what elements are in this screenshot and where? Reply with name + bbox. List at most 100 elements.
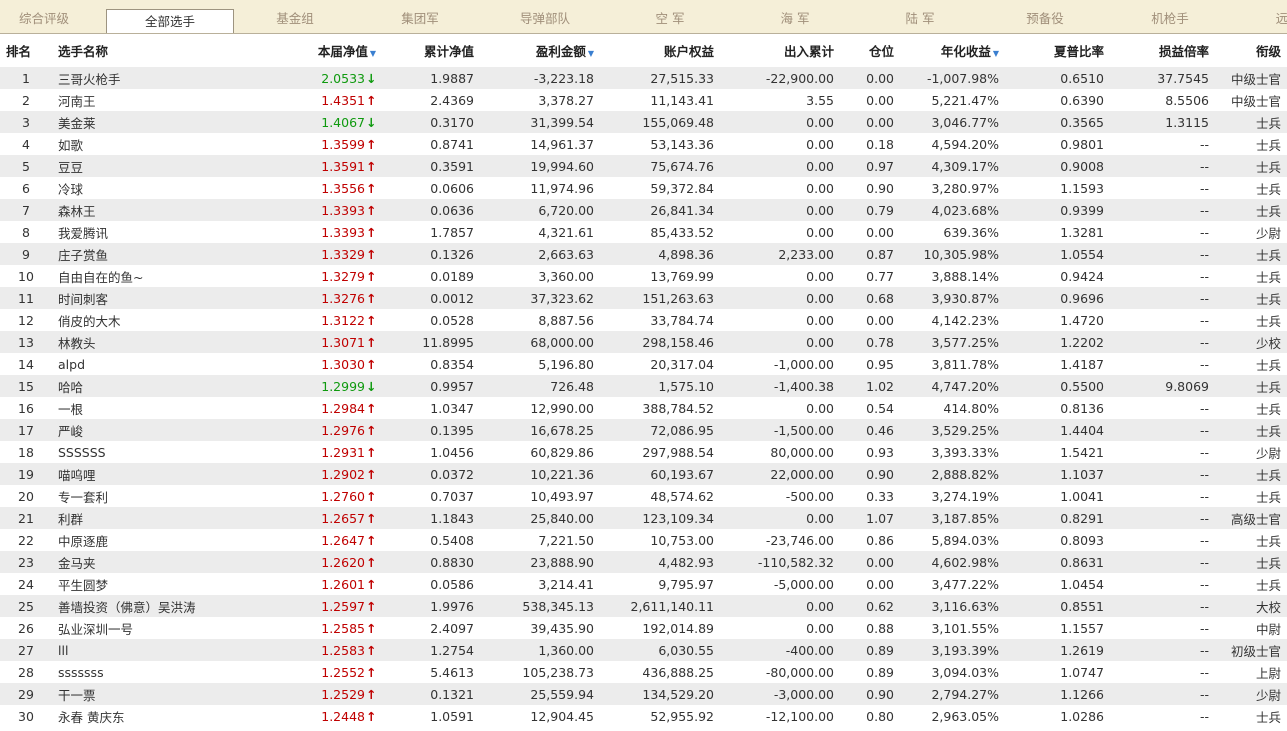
tab-0[interactable]: 综合评级 [4, 0, 84, 33]
name-cell[interactable]: 豆豆 [52, 155, 210, 177]
table-row[interactable]: 26 弘业深圳一号 1.2585↑ 2.4097 39,435.90 192,014.89… [0, 617, 1287, 639]
name-cell[interactable]: 森林王 [52, 199, 210, 221]
table-row[interactable]: 5 豆豆 1.3591↑ 0.3591 19,994.60 75,674.76 0.00 0.… [0, 155, 1287, 177]
name-cell[interactable]: 俏皮的大木 [52, 309, 210, 331]
table-row[interactable]: 18 SSSSSS 1.2931↑ 1.0456 60,829.86 297,988.54… [0, 441, 1287, 463]
tab-5[interactable]: 空 军 [630, 0, 710, 33]
cum-nav-cell: 0.5408 [430, 532, 474, 548]
table-row[interactable]: 21 利群 1.2657↑ 1.1843 25,840.00 123,109.34 0.00… [0, 507, 1287, 529]
tab-6[interactable]: 海 军 [755, 0, 835, 33]
annual-cell: 10,305.98% [900, 243, 1005, 265]
nav-cell: 1.3393↑ [210, 221, 382, 243]
name-cell[interactable]: 专一套利 [52, 485, 210, 507]
name-cell[interactable]: 严峻 [52, 419, 210, 441]
sharpe-cell: 1.0286 [1060, 708, 1104, 724]
name-cell[interactable]: 干一票 [52, 683, 210, 705]
table-row[interactable]: 22 中原逐鹿 1.2647↑ 0.5408 7,221.50 10,753.00 -23,… [0, 529, 1287, 551]
table-row[interactable]: 29 干一票 1.2529↑ 0.1321 25,559.94 134,529.20 -3,… [0, 683, 1287, 705]
name-cell[interactable]: 喵呜哩 [52, 463, 210, 485]
table-row[interactable]: 11 时间刺客 1.3276↑ 0.0012 37,323.62 151,263.63 0.… [0, 287, 1287, 309]
col-header-annual[interactable]: 年化收益 ▼ [900, 34, 1005, 67]
tab-10[interactable]: 远 [1242, 0, 1287, 33]
name-cell[interactable]: 冷球 [52, 177, 210, 199]
table-row[interactable]: 6 冷球 1.3556↑ 0.0606 11,974.96 59,372.84 0.00 0.… [0, 177, 1287, 199]
table-row[interactable]: 20 专一套利 1.2760↑ 0.7037 10,493.97 48,574.62 -50… [0, 485, 1287, 507]
name-cell[interactable]: 林教头 [52, 331, 210, 353]
table-row[interactable]: 15 哈哈 1.2999↓ 0.9957 726.48 1,575.10 -1,400.38… [0, 375, 1287, 397]
table-row[interactable]: 12 俏皮的大木 1.3122↑ 0.0528 8,887.56 33,784.74 0.0… [0, 309, 1287, 331]
name-cell[interactable]: lll [52, 639, 210, 661]
tab-8[interactable]: 预备役 [1005, 0, 1085, 33]
arrow-up-icon: ↑ [366, 158, 377, 174]
name-cell[interactable]: 三哥火枪手 [52, 67, 210, 89]
col-header-rank[interactable]: 排名 [0, 34, 52, 67]
table-row[interactable]: 14 alpd 1.3030↑ 0.8354 5,196.80 20,317.04 -1,0… [0, 353, 1287, 375]
table-row[interactable]: 25 善墙投资（佛意）吴洪涛 1.2597↑ 1.9976 538,345.13 2,61… [0, 595, 1287, 617]
col-header-pl-ratio[interactable]: 损益倍率 [1110, 34, 1215, 67]
cum-nav-cell: 0.3591 [382, 155, 480, 177]
table-row[interactable]: 19 喵呜哩 1.2902↑ 0.0372 10,221.36 60,193.67 22,0… [0, 463, 1287, 485]
table-row[interactable]: 4 如歌 1.3599↑ 0.8741 14,961.37 53,143.36 0.00 0.… [0, 133, 1287, 155]
name-cell[interactable]: 善墙投资（佛意）吴洪涛 [52, 595, 210, 617]
col-header-equity[interactable]: 账户权益 [600, 34, 720, 67]
name-cell[interactable]: 永春 黄庆东 [52, 705, 210, 727]
rank-cell: 1 [0, 67, 52, 89]
tab-7[interactable]: 陆 军 [880, 0, 960, 33]
table-row[interactable]: 1 三哥火枪手 2.0533↓ 1.9887 -3,223.18 27,515.33 -22… [0, 67, 1287, 89]
table-row[interactable]: 3 美金莱 1.4067↓ 0.3170 31,399.54 155,069.48 0.00… [0, 111, 1287, 133]
table-row[interactable]: 7 森林王 1.3393↑ 0.0636 6,720.00 26,841.34 0.00 0.… [0, 199, 1287, 221]
name-cell[interactable]: 哈哈 [52, 375, 210, 397]
name-cell[interactable]: 金马夹 [52, 551, 210, 573]
col-header-title[interactable]: 衔级 [1215, 34, 1287, 67]
table-row[interactable]: 2 河南王 1.4351↑ 2.4369 3,378.27 11,143.41 3.55 0.… [0, 89, 1287, 111]
inout-cell: -5,000.00 [773, 576, 834, 592]
name-cell[interactable]: SSSSSS [52, 441, 210, 463]
name-cell[interactable]: 河南王 [52, 89, 210, 111]
arrow-up-icon: ↑ [366, 510, 377, 526]
name-cell[interactable]: 平生圆梦 [52, 573, 210, 595]
name-cell[interactable]: 美金莱 [52, 111, 210, 133]
col-header-profit[interactable]: 盈利金额 ▼ [480, 34, 600, 67]
name-cell[interactable]: alpd [52, 353, 210, 375]
name-cell[interactable]: 利群 [52, 507, 210, 529]
cum-nav-cell: 0.0586 [430, 576, 474, 592]
table-row[interactable]: 28 sssssss 1.2552↑ 5.4613 105,238.73 436,888.… [0, 661, 1287, 683]
table-row[interactable]: 10 自由自在的鱼~ 1.3279↑ 0.0189 3,360.00 13,769.99 0… [0, 265, 1287, 287]
tab-9[interactable]: 机枪手 [1130, 0, 1210, 33]
tab-1[interactable]: 全部选手 [106, 9, 234, 33]
name-cell[interactable]: 自由自在的鱼~ [52, 265, 210, 287]
tab-2[interactable]: 基金组 [255, 0, 335, 33]
col-header-nav[interactable]: 本届净值 ▼ [210, 34, 382, 67]
name-cell[interactable]: 如歌 [52, 133, 210, 155]
table-row[interactable]: 30 永春 黄庆东 1.2448↑ 1.0591 12,904.45 52,955.92-… [0, 705, 1287, 727]
col-header-cum-nav[interactable]: 累计净值 [382, 34, 480, 67]
col-header-inout[interactable]: 出入累计 [720, 34, 840, 67]
name-cell[interactable]: sssssss [52, 661, 210, 683]
title-cell: 士兵 [1215, 199, 1287, 221]
col-header-name[interactable]: 选手名称 [52, 34, 210, 67]
table-row[interactable]: 24 平生圆梦 1.2601↑ 0.0586 3,214.41 9,795.97 -5,00… [0, 573, 1287, 595]
name-cell[interactable]: 一根 [52, 397, 210, 419]
name-cell[interactable]: 我爱腾讯 [52, 221, 210, 243]
name-cell[interactable]: 时间刺客 [52, 287, 210, 309]
table-row[interactable]: 13 林教头 1.3071↑ 11.8995 68,000.00 298,158.46 0.… [0, 331, 1287, 353]
sharpe-cell: 0.3565 [1005, 111, 1110, 133]
cum-nav-cell: 0.1326 [382, 243, 480, 265]
rank-cell: 2 [22, 92, 30, 108]
col-header-sharpe[interactable]: 夏普比率 [1005, 34, 1110, 67]
table-row[interactable]: 27 lll 1.2583↑ 1.2754 1,360.00 6,030.55 -400.0… [0, 639, 1287, 661]
name-cell[interactable]: 庄子赏鱼 [52, 243, 210, 265]
table-row[interactable]: 9 庄子赏鱼 1.3329↑ 0.1326 2,663.63 4,898.36 2,233.… [0, 243, 1287, 265]
table-row[interactable]: 8 我爱腾讯 1.3393↑ 1.7857 4,321.61 85,433.52 0.00 0… [0, 221, 1287, 243]
tab-4[interactable]: 导弹部队 [505, 0, 585, 33]
title-cell: 士兵 [1215, 111, 1287, 133]
table-row[interactable]: 16 一根 1.2984↑ 1.0347 12,990.00 388,784.52 0.00… [0, 397, 1287, 419]
table-row[interactable]: 17 严峻 1.2976↑ 0.1395 16,678.25 72,086.95 -1,50… [0, 419, 1287, 441]
tab-3[interactable]: 集团军 [380, 0, 460, 33]
annual-cell: 5,894.03% [931, 532, 999, 548]
table-row[interactable]: 23 金马夹 1.2620↑ 0.8830 23,888.90 4,482.93 -110,… [0, 551, 1287, 573]
name-cell[interactable]: 弘业深圳一号 [52, 617, 210, 639]
sharpe-cell: 0.8631 [1005, 551, 1110, 573]
col-header-position[interactable]: 仓位 [840, 34, 900, 67]
name-cell[interactable]: 中原逐鹿 [52, 529, 210, 551]
